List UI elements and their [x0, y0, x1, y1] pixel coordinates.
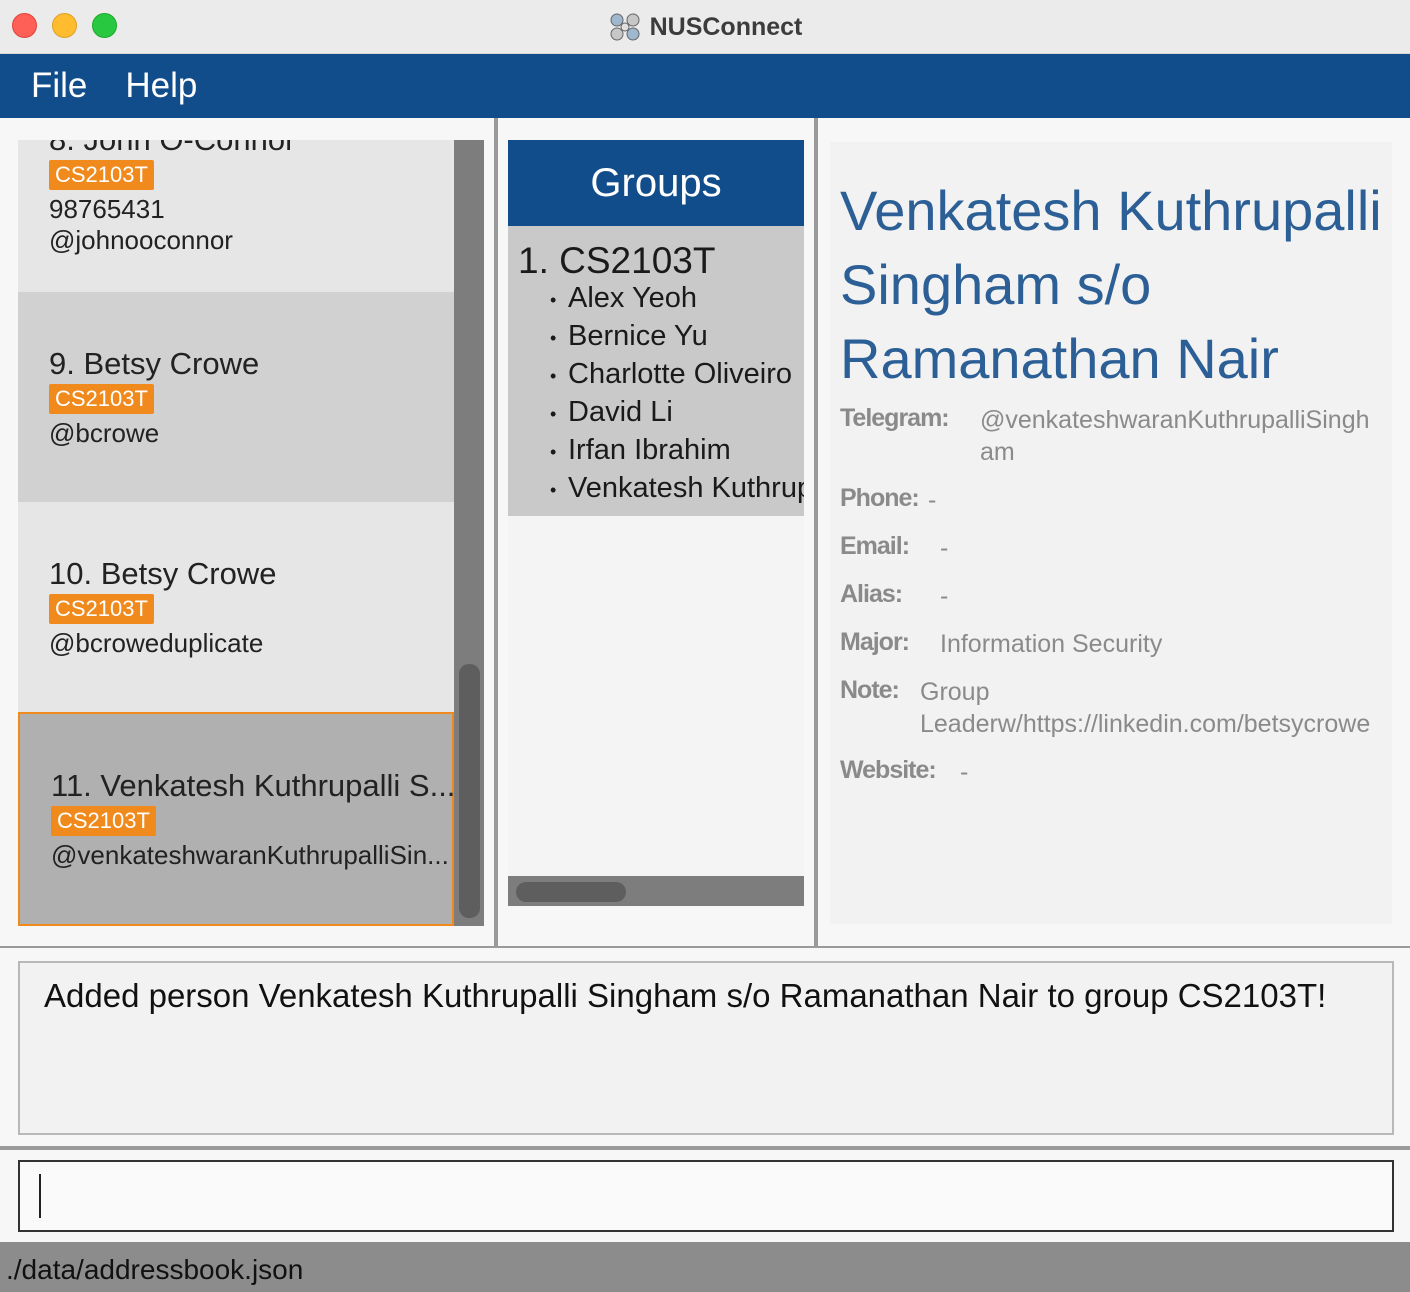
text-caret	[39, 1174, 41, 1218]
person-telegram: @venkateshwaranKuthrupalliSin...	[51, 840, 449, 870]
command-input[interactable]	[18, 1160, 1394, 1232]
person-telegram: @bcrowe	[49, 418, 160, 448]
detail-major-label: Major:	[840, 628, 910, 656]
detail-website: -	[960, 758, 969, 786]
group-member: Charlotte Oliveiro	[550, 358, 792, 391]
detail-telegram-label: Telegram:	[840, 404, 950, 432]
detail-name: Venkatesh Kuthrupalli Singham s/o Ramana…	[840, 179, 1382, 390]
group-member: David Li	[550, 396, 673, 429]
person-card[interactable]: 10. Betsy Crowe CS2103T @bcroweduplicate	[18, 502, 454, 712]
detail-alias-label: Alias:	[840, 580, 903, 608]
detail-website-label: Website:	[840, 756, 937, 784]
group-tag: CS2103T	[51, 806, 156, 836]
person-name: 8. John O-Connor	[49, 140, 454, 158]
person-name: 9. Betsy Crowe	[49, 346, 260, 381]
group-tag: CS2103T	[49, 384, 154, 414]
group-member: Venkatesh Kuthrupalli Singham s/o Ramana…	[550, 472, 804, 505]
app-logo-icon	[610, 13, 640, 41]
person-list[interactable]: 8. John O-Connor CS2103T 98765431 @johno…	[18, 140, 454, 926]
detail-alias: -	[940, 582, 949, 610]
window-title: NUSConnect	[649, 12, 803, 41]
group-card[interactable]: 1. CS2103T Alex Yeoh Bernice Yu Charlott…	[508, 226, 804, 516]
detail-email-label: Email:	[840, 532, 910, 560]
title-bar: NUSConnect	[0, 0, 1410, 54]
person-phone: 98765431	[49, 194, 165, 224]
status-bar-path: ./data/addressbook.json	[0, 1242, 1410, 1292]
detail-major: Information Security	[940, 630, 1163, 658]
group-title: 1. CS2103T	[518, 240, 716, 281]
result-display: Added person Venkatesh Kuthrupalli Singh…	[18, 961, 1394, 1135]
person-name: 10. Betsy Crowe	[49, 556, 277, 591]
person-detail-panel: Venkatesh Kuthrupalli Singham s/o Ramana…	[830, 142, 1392, 924]
menu-file[interactable]: File	[31, 66, 87, 106]
detail-phone: -	[928, 486, 937, 514]
group-tag: CS2103T	[49, 594, 154, 624]
detail-phone-label: Phone:	[840, 484, 920, 512]
group-member: Irfan Ibrahim	[550, 434, 731, 467]
person-telegram: @johnooconnor	[49, 225, 233, 255]
person-card[interactable]: 8. John O-Connor CS2103T 98765431 @johno…	[18, 140, 454, 266]
detail-note: Group Leaderw/https://linkedin.com/betsy…	[920, 678, 1371, 738]
person-card-selected[interactable]: 11. Venkatesh Kuthrupalli S... CS2103T @…	[18, 712, 454, 926]
menu-bar: File Help	[0, 54, 1410, 118]
divider[interactable]	[814, 118, 818, 948]
detail-note-label: Note:	[840, 676, 900, 704]
group-tag: CS2103T	[49, 160, 154, 190]
groups-scroll-thumb[interactable]	[516, 882, 626, 902]
detail-telegram: @venkateshwaranKuthrupalliSingham	[980, 406, 1370, 466]
person-list-scroll-thumb[interactable]	[459, 664, 480, 918]
person-card[interactable]: 9. Betsy Crowe CS2103T @bcrowe	[18, 292, 454, 502]
groups-header: Groups	[508, 140, 804, 226]
person-telegram: @bcroweduplicate	[49, 628, 264, 658]
groups-list-empty-area	[508, 516, 804, 876]
group-member: Bernice Yu	[550, 320, 708, 353]
detail-email: -	[940, 534, 949, 562]
divider[interactable]	[494, 118, 498, 948]
group-member: Alex Yeoh	[550, 282, 697, 315]
person-name: 11. Venkatesh Kuthrupalli S...	[51, 768, 454, 803]
menu-help[interactable]: Help	[125, 66, 197, 106]
